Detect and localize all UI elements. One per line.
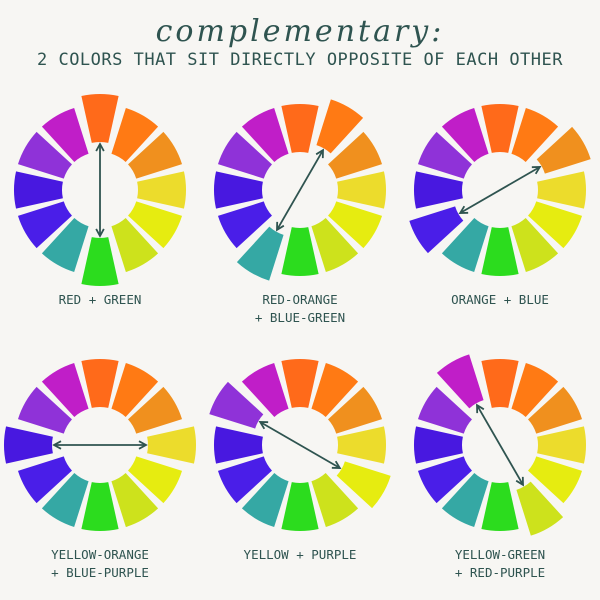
wheel-segment [14, 171, 63, 209]
caption-yellow-orange-blue-purple: YELLOW-ORANGE + BLUE-PURPLE [0, 546, 200, 582]
color-wheel [4, 359, 196, 531]
wheel-segment [414, 426, 463, 464]
wheel-segment [81, 482, 119, 531]
caption-line1: YELLOW-ORANGE [51, 547, 149, 562]
caption-line1: RED + GREEN [58, 292, 142, 307]
wheel-segment [281, 227, 319, 276]
caption-yellow-purple: YELLOW + PURPLE [200, 546, 400, 564]
wheel-segment [337, 171, 386, 209]
color-wheel [14, 94, 186, 286]
color-wheel [414, 354, 586, 536]
wheel-segment-highlighted [147, 426, 196, 464]
caption-line2: + BLUE-PURPLE [51, 565, 149, 580]
wheel-segment [281, 104, 319, 153]
wheel-segment [214, 426, 263, 464]
caption-red-orange-blue-green: RED-ORANGE + BLUE-GREEN [200, 291, 400, 327]
wheel-segment-highlighted [81, 94, 119, 143]
wheel-segment [414, 171, 463, 209]
double-arrow-icon [459, 166, 541, 214]
caption-red-green: RED + GREEN [0, 291, 200, 309]
double-arrow-icon [259, 421, 341, 469]
wheel-segment [137, 171, 186, 209]
caption-line1: YELLOW + PURPLE [243, 547, 357, 562]
wheel-segment [537, 426, 586, 464]
caption-yellow-green-red-purple: YELLOW-GREEN + RED-PURPLE [400, 546, 600, 582]
double-arrow-icon [276, 149, 324, 231]
wheel-segment [214, 171, 263, 209]
wheel-segment [281, 359, 319, 408]
caption-line1: RED-ORANGE [262, 292, 338, 307]
caption-line2: + RED-PURPLE [454, 565, 546, 580]
color-wheel [214, 99, 386, 281]
double-arrow-icon [476, 404, 524, 486]
caption-line2: + BLUE-GREEN [254, 310, 346, 325]
color-wheel [409, 104, 591, 276]
wheel-segment-highlighted [81, 237, 119, 286]
wheel-segment [481, 359, 519, 408]
wheel-segment [481, 104, 519, 153]
wheel-segment [281, 482, 319, 531]
wheel-segment [481, 482, 519, 531]
caption-line1: YELLOW-GREEN [454, 547, 546, 562]
wheel-segment-highlighted [4, 426, 53, 464]
color-wheel [209, 359, 391, 531]
caption-orange-blue: ORANGE + BLUE [400, 291, 600, 309]
wheel-segment [81, 359, 119, 408]
wheel-segment [337, 426, 386, 464]
caption-line1: ORANGE + BLUE [451, 292, 549, 307]
wheel-segment [481, 227, 519, 276]
wheel-segment [537, 171, 586, 209]
